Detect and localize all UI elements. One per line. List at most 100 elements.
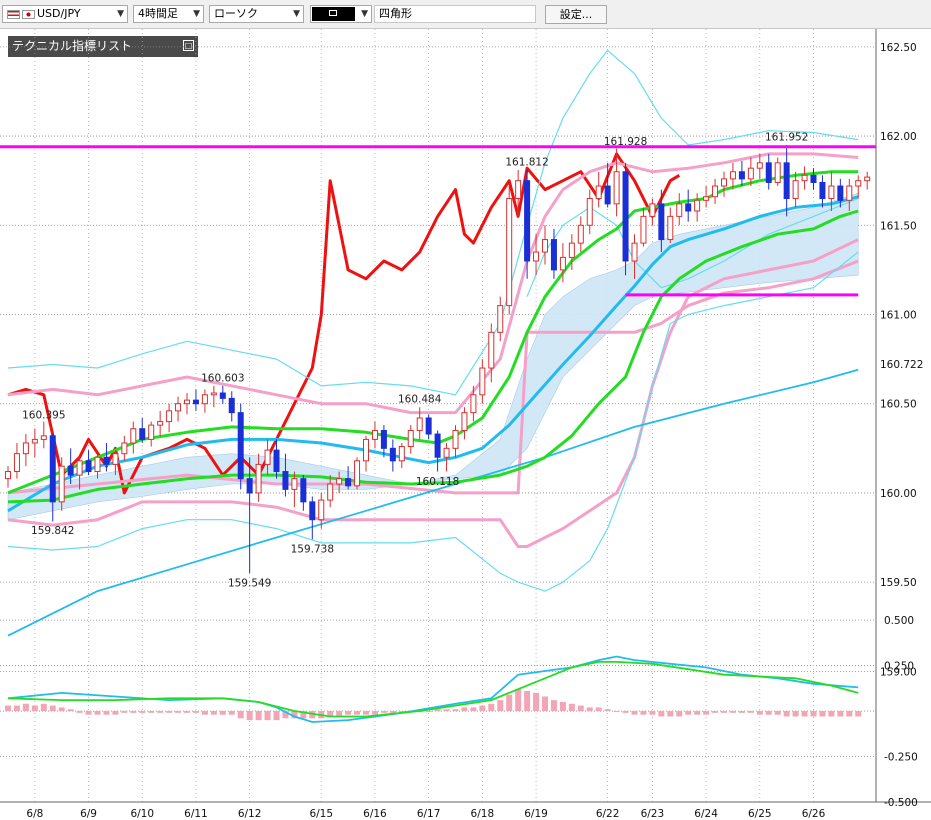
histogram-bar [273, 711, 280, 721]
candle-body [49, 435, 56, 503]
candle-body [112, 453, 119, 465]
histogram-bar [246, 711, 253, 721]
candle-body [175, 403, 182, 412]
histogram-bar [828, 711, 835, 717]
candle-body [712, 185, 719, 198]
oscillator-axis-label: 0.500 [884, 615, 914, 627]
histogram-bar [586, 707, 593, 712]
histogram-bar [559, 701, 566, 712]
y-axis-label: 162.50 [880, 42, 917, 54]
candle-body [774, 162, 781, 183]
candle [640, 207, 647, 247]
histogram-bar [595, 707, 602, 712]
candle-body [676, 203, 683, 217]
shape-tool-field[interactable]: 四角形 [374, 5, 536, 23]
candle-body [130, 428, 137, 444]
histogram-bar [712, 711, 719, 713]
chart-style-select[interactable]: ローソク ▼ [209, 5, 304, 23]
histogram-bar [533, 692, 540, 712]
candle-body [497, 305, 504, 333]
histogram-bar [685, 711, 692, 715]
chevron-down-icon: ▼ [193, 9, 200, 19]
candle [309, 496, 316, 540]
candle-body [94, 456, 101, 473]
candle [210, 385, 217, 408]
candle [300, 475, 307, 511]
candle-body [667, 215, 674, 241]
y-axis-label: 162.00 [880, 131, 917, 143]
candle [774, 157, 781, 187]
histogram-bar [515, 689, 522, 712]
japan-flag-icon [22, 9, 35, 19]
candle-body [864, 176, 871, 182]
candle-body [425, 417, 432, 435]
histogram-bar [228, 711, 235, 715]
candle-body [13, 453, 20, 473]
candle-body [810, 174, 817, 183]
candle-body [452, 429, 459, 449]
y-axis-label: 161.50 [880, 220, 917, 232]
candle [738, 161, 745, 187]
histogram-bar [184, 711, 190, 713]
candle-body [783, 162, 790, 200]
candle [443, 442, 450, 472]
candle-body [121, 442, 128, 455]
histogram-bar [604, 709, 611, 712]
candle-body [184, 399, 190, 405]
histogram-bar [130, 711, 137, 713]
x-axis-label: 6/15 [309, 808, 333, 820]
candle [461, 407, 468, 440]
candle-body [721, 178, 727, 187]
price-chart[interactable]: 160.395 159.842 160.603 159.549 159.738 160.4… [0, 29, 931, 820]
candle [363, 435, 369, 472]
settings-button[interactable]: 設定... [545, 5, 607, 24]
y-axis-label: 160.50 [880, 399, 917, 411]
histogram-bar [783, 711, 790, 717]
histogram-bar [488, 703, 495, 712]
histogram-bar [58, 707, 65, 712]
x-axis-label: 6/9 [80, 808, 97, 820]
x-axis-label: 6/10 [130, 808, 154, 820]
candle-body [622, 171, 629, 262]
candle-body [210, 392, 217, 396]
histogram-bar [85, 711, 92, 715]
line-color-select[interactable]: ▼ [310, 5, 372, 23]
candle [810, 168, 817, 190]
histogram-bar [148, 711, 155, 713]
timeframe-select[interactable]: 4時間足 ▼ [133, 5, 204, 23]
candle-body [506, 198, 513, 307]
candle [479, 359, 486, 404]
price-annotation: 159.842 [31, 525, 74, 537]
candle-body [685, 203, 692, 212]
candle [40, 421, 47, 449]
candle-body [416, 417, 423, 431]
candle-body [559, 256, 566, 271]
x-axis-label: 6/23 [641, 808, 665, 820]
histogram-bar [5, 705, 11, 712]
price-annotation: 159.738 [291, 544, 334, 556]
histogram-bar [49, 705, 56, 712]
histogram-bar [22, 703, 29, 712]
candle-body [273, 449, 280, 473]
candle [166, 403, 173, 433]
candle-body [729, 171, 736, 180]
candle-body [524, 180, 531, 262]
candle [765, 153, 772, 190]
oscillator-line [7, 661, 859, 718]
candle [694, 193, 701, 222]
price-annotation: 160.118 [416, 476, 459, 488]
x-axis-label: 6/17 [417, 808, 441, 820]
histogram-bar [667, 711, 674, 717]
candle [712, 178, 719, 204]
oscillator-axis-label: 0.250 [884, 661, 914, 673]
histogram-bar [461, 707, 468, 712]
histogram-bar [371, 711, 378, 715]
candle [389, 439, 396, 472]
histogram-bar [157, 711, 164, 713]
histogram-bar [721, 711, 727, 713]
candle [31, 428, 38, 458]
candle [201, 389, 208, 413]
histogram-bar [631, 711, 638, 715]
histogram-bar [452, 709, 459, 712]
currency-pair-select[interactable]: USD/JPY ▼ [2, 5, 128, 23]
